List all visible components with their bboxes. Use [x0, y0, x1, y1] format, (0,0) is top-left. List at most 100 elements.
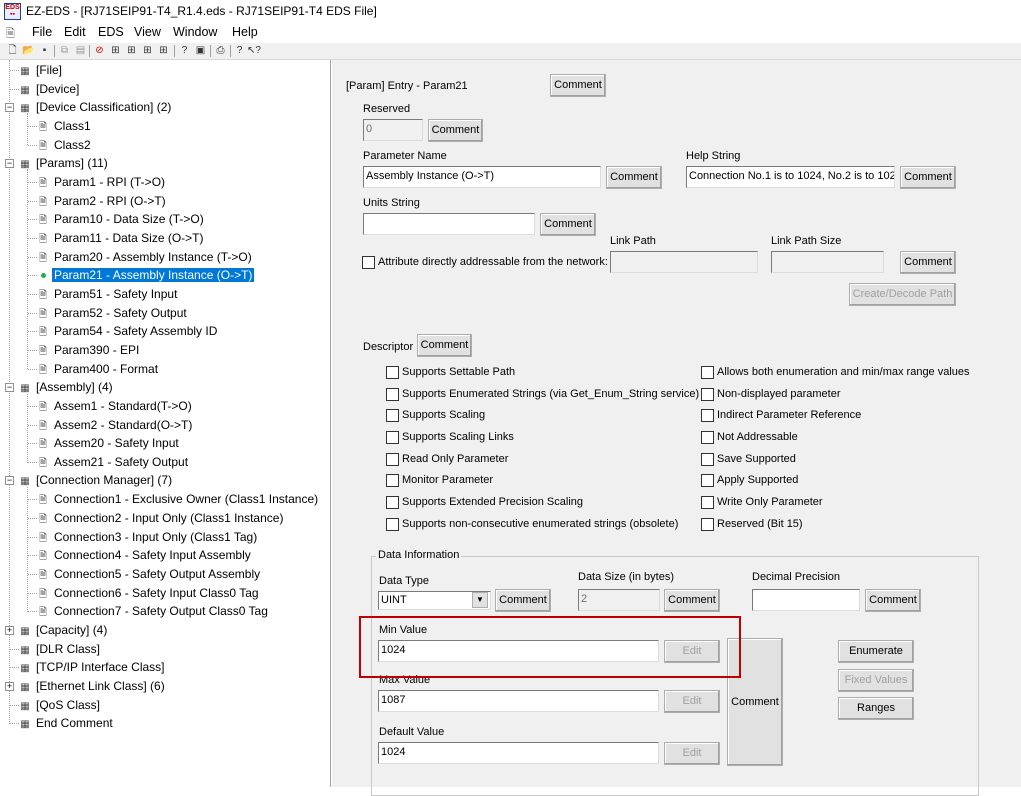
tree-item-params[interactable]: ▦ [Params] (11) [10, 154, 110, 172]
stop-icon[interactable]: ⊘ [93, 44, 106, 57]
create-decode-path-button[interactable]: Create/Decode Path [849, 283, 956, 306]
menu-help[interactable]: Help [232, 25, 258, 39]
file-check-icon[interactable]: ▣ [194, 44, 207, 57]
tree4-icon[interactable]: ⊞ [157, 44, 170, 57]
tree-item-connection-manager[interactable]: ▦ [Connection Manager] (7) [10, 471, 174, 489]
descriptor-comment-button[interactable]: Comment [417, 334, 472, 357]
tree-item-class1[interactable]: 🗎 Class1 [28, 117, 93, 135]
copy-icon[interactable]: ⧉ [58, 44, 71, 57]
document-icon[interactable]: 🗎 [6, 25, 22, 41]
tree-item-param400[interactable]: 🗎 Param400 - Format [28, 360, 160, 378]
tree-item-param54[interactable]: 🗎 Param54 - Safety Assembly ID [28, 322, 219, 340]
descriptor-checkbox[interactable] [701, 388, 714, 401]
data-size-comment-button[interactable]: Comment [664, 589, 720, 612]
tree-item-capacity[interactable]: ▦ [Capacity] (4) [10, 621, 109, 639]
parameter-name-comment-button[interactable]: Comment [606, 166, 662, 189]
descriptor-checkbox[interactable] [701, 409, 714, 422]
tree-item-param52[interactable]: 🗎 Param52 - Safety Output [28, 304, 189, 322]
tree-item-param21[interactable]: Param21 - Assembly Instance (O->T) [28, 266, 255, 284]
menu-eds[interactable]: EDS [98, 25, 124, 39]
link-path-size-field[interactable] [771, 251, 884, 273]
enumerate-button[interactable]: Enumerate [838, 640, 914, 663]
menu-window[interactable]: Window [173, 25, 217, 39]
descriptor-checkbox[interactable] [701, 474, 714, 487]
help-string-comment-button[interactable]: Comment [900, 166, 956, 189]
link-path-field[interactable] [610, 251, 758, 273]
reserved-field[interactable]: 0 [363, 119, 423, 141]
tree-item-connection1[interactable]: 🗎 Connection1 - Exclusive Owner (Class1 I… [28, 490, 320, 508]
descriptor-checkbox[interactable] [386, 431, 399, 444]
descriptor-checkbox[interactable] [386, 453, 399, 466]
tree-item-connection2[interactable]: 🗎 Connection2 - Input Only (Class1 Instan… [28, 509, 285, 527]
tree-item-device-classification[interactable]: ▦ [Device Classification] (2) [10, 98, 173, 116]
reserved-comment-button[interactable]: Comment [428, 119, 483, 142]
tree-item-file[interactable]: ▦ [File] [10, 61, 64, 79]
tree-item-connection4[interactable]: 🗎 Connection4 - Safety Input Assembly [28, 546, 253, 564]
tree-icon[interactable]: ⊞ [109, 44, 122, 57]
descriptor-checkbox[interactable] [701, 518, 714, 531]
menu-edit[interactable]: Edit [64, 25, 86, 39]
tree-item-param20[interactable]: 🗎 Param20 - Assembly Instance (T->O) [28, 248, 254, 266]
descriptor-checkbox[interactable] [701, 453, 714, 466]
units-string-comment-button[interactable]: Comment [540, 213, 596, 236]
decimal-precision-comment-button[interactable]: Comment [865, 589, 921, 612]
data-type-comment-button[interactable]: Comment [495, 589, 551, 612]
tree-item-tcpip-class[interactable]: ▦ [TCP/IP Interface Class] [10, 658, 167, 676]
data-size-field[interactable]: 2 [578, 589, 660, 611]
open-file-icon[interactable]: 📂 [22, 44, 35, 57]
descriptor-checkbox[interactable] [386, 409, 399, 422]
tree-item-assembly[interactable]: ▦ [Assembly] (4) [10, 378, 115, 396]
tree-item-ethernet-link[interactable]: ▦ [Ethernet Link Class] (6) [10, 677, 167, 695]
attribute-addressable-checkbox[interactable] [362, 256, 375, 269]
tree-item-param1[interactable]: 🗎 Param1 - RPI (T->O) [28, 173, 167, 191]
tree-item-end-comment[interactable]: ▦ End Comment [10, 714, 115, 732]
tree-item-param10[interactable]: 🗎 Param10 - Data Size (T->O) [28, 210, 206, 228]
print-icon[interactable]: ⎙ [214, 44, 227, 57]
tree-item-param2[interactable]: 🗎 Param2 - RPI (O->T) [28, 192, 168, 210]
check-icon[interactable]: ? [178, 44, 191, 57]
menu-file[interactable]: File [32, 25, 52, 39]
link-path-comment-button[interactable]: Comment [900, 251, 956, 274]
new-file-icon[interactable]: 🗋 [6, 44, 19, 57]
tree-item-connection7[interactable]: 🗎 Connection7 - Safety Output Class0 Tag [28, 602, 270, 620]
entry-comment-button[interactable]: Comment [550, 74, 606, 97]
default-value-edit-button[interactable]: Edit [664, 742, 720, 765]
tree3-icon[interactable]: ⊞ [141, 44, 154, 57]
tree-pane[interactable]: ▦ [File] ▦ [Device] − ▦ [Device Classificat… [0, 60, 331, 787]
parameter-name-field[interactable]: Assembly Instance (O->T) [363, 166, 601, 188]
ranges-button[interactable]: Ranges [838, 697, 914, 720]
default-value-field[interactable]: 1024 [378, 742, 659, 764]
units-string-field[interactable] [363, 213, 535, 235]
decimal-precision-field[interactable] [752, 589, 860, 611]
descriptor-checkbox[interactable] [386, 518, 399, 531]
tree-item-assem21[interactable]: 🗎 Assem21 - Safety Output [28, 453, 190, 471]
save-icon[interactable]: ▪ [38, 44, 51, 57]
descriptor-checkbox[interactable] [386, 366, 399, 379]
tree-item-dlr-class[interactable]: ▦ [DLR Class] [10, 640, 102, 658]
tree-item-class2[interactable]: 🗎 Class2 [28, 136, 93, 154]
descriptor-checkbox[interactable] [386, 474, 399, 487]
tree-item-connection6[interactable]: 🗎 Connection6 - Safety Input Class0 Tag [28, 584, 261, 602]
max-value-edit-button[interactable]: Edit [664, 690, 720, 713]
tree2-icon[interactable]: ⊞ [125, 44, 138, 57]
descriptor-checkbox[interactable] [386, 388, 399, 401]
descriptor-checkbox[interactable] [701, 431, 714, 444]
paste-icon[interactable]: ▤ [74, 44, 87, 57]
tree-item-qos-class[interactable]: ▦ [QoS Class] [10, 696, 102, 714]
tree-item-param51[interactable]: 🗎 Param51 - Safety Input [28, 285, 179, 303]
menu-view[interactable]: View [134, 25, 161, 39]
tree-item-device[interactable]: ▦ [Device] [10, 80, 81, 98]
descriptor-checkbox[interactable] [701, 366, 714, 379]
tree-item-connection5[interactable]: 🗎 Connection5 - Safety Output Assembly [28, 565, 262, 583]
context-help-icon[interactable]: ↖? [247, 44, 261, 57]
tree-item-param390[interactable]: 🗎 Param390 - EPI [28, 341, 141, 359]
tree-item-assem20[interactable]: 🗎 Assem20 - Safety Input [28, 434, 181, 452]
help-icon[interactable]: ? [233, 44, 246, 57]
tree-item-connection3[interactable]: 🗎 Connection3 - Input Only (Class1 Tag) [28, 528, 259, 546]
tree-item-param11[interactable]: 🗎 Param11 - Data Size (O->T) [28, 229, 205, 247]
chevron-down-icon[interactable]: ▼ [472, 592, 488, 608]
tree-item-assem2[interactable]: 🗎 Assem2 - Standard(O->T) [28, 416, 194, 434]
fixed-values-button[interactable]: Fixed Values [838, 669, 914, 692]
max-value-field[interactable]: 1087 [378, 690, 659, 712]
help-string-field[interactable]: Connection No.1 is to 1024, No.2 is to 1… [686, 166, 895, 188]
